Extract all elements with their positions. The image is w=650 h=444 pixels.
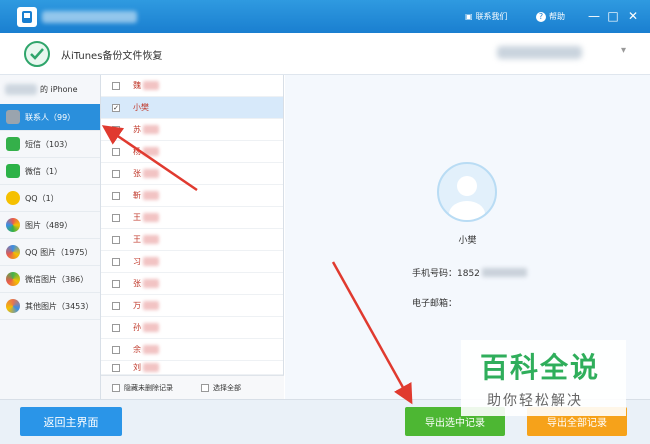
contact-us-link[interactable]: ▣ 联系我们 <box>465 11 508 22</box>
list-item[interactable]: 魏 <box>101 75 283 97</box>
back-to-main-button[interactable]: 返回主界面 <box>20 407 122 436</box>
contact-list: 魏 ✓ 小樊 苏 杨 张 靳 王 王 习 张 万 孙 余 刘 隐藏未删除记录 选择… <box>101 75 384 399</box>
sidebar-item-sms[interactable]: 短信（103） <box>0 131 100 158</box>
avatar <box>437 162 497 222</box>
list-item[interactable]: 杨 <box>101 141 283 163</box>
list-item[interactable]: 张 <box>101 163 283 185</box>
page-title: 从iTunes备份文件恢复 <box>61 51 163 62</box>
row-checkbox[interactable] <box>112 235 120 244</box>
row-checkbox[interactable] <box>112 81 120 90</box>
minimize-button[interactable]: — <box>587 9 601 23</box>
list-item[interactable]: 习 <box>101 251 283 273</box>
sidebar-item-other-photos[interactable]: 其他图片（3453） <box>0 293 100 320</box>
contact-name: 小樊 <box>458 236 477 246</box>
sidebar-item-contacts[interactable]: 联系人（99） <box>0 104 100 131</box>
device-label: 的 iPhone <box>40 85 78 94</box>
watermark-subtitle: 助你轻松解决 <box>487 393 583 409</box>
row-checkbox[interactable] <box>112 125 120 134</box>
select-all-label: 选择全部 <box>213 383 241 392</box>
hide-deleted-label: 隐藏未删除记录 <box>124 383 173 392</box>
recovery-logo-icon <box>24 41 50 67</box>
app-logo-icon <box>17 7 37 27</box>
row-checkbox[interactable] <box>112 301 120 310</box>
title-bar: ▣ 联系我们 ? 帮助 — □ ✕ <box>0 0 650 33</box>
row-checkbox[interactable] <box>112 279 120 288</box>
row-checkbox[interactable] <box>112 345 120 354</box>
other-photos-icon <box>6 299 20 313</box>
list-item[interactable]: 苏 <box>101 119 283 141</box>
watermark: 百科全说 助你轻松解决 <box>461 340 626 416</box>
list-footer: 隐藏未删除记录 选择全部 <box>101 375 284 399</box>
sidebar-item-wechat[interactable]: 微信（1） <box>0 158 100 185</box>
sub-header: 从iTunes备份文件恢复 ▾ <box>0 33 650 75</box>
app-title-blurred <box>42 11 137 23</box>
list-item[interactable]: 万 <box>101 295 283 317</box>
sms-icon <box>6 137 20 151</box>
select-all-checkbox[interactable] <box>201 383 209 392</box>
sidebar: 的 iPhone 联系人（99） 短信（103） 微信（1） QQ（1） 图片（… <box>0 75 101 399</box>
close-button[interactable]: ✕ <box>626 9 640 23</box>
email-label: 电子邮箱： <box>412 299 458 309</box>
row-checkbox[interactable] <box>112 363 120 372</box>
contacts-icon <box>6 110 20 124</box>
qq-photos-icon <box>6 245 20 259</box>
wechat-icon <box>6 164 20 178</box>
sidebar-item-qq[interactable]: QQ（1） <box>0 185 100 212</box>
phone-blurred <box>481 268 527 277</box>
phone-label: 手机号码：1852 <box>412 269 480 279</box>
sidebar-item-photos[interactable]: 图片（489） <box>0 212 100 239</box>
row-checkbox[interactable] <box>112 169 120 178</box>
help-icon: ? <box>536 11 546 22</box>
wechat-photos-icon <box>6 272 20 286</box>
list-item[interactable]: 孙 <box>101 317 283 339</box>
row-checkbox[interactable] <box>112 213 120 222</box>
hide-deleted-checkbox[interactable] <box>112 383 120 392</box>
qq-icon <box>6 191 20 205</box>
row-checkbox[interactable] <box>112 257 120 266</box>
user-info-blurred <box>497 46 582 59</box>
list-item[interactable]: 王 <box>101 207 283 229</box>
chat-icon: ▣ <box>465 12 473 21</box>
phone-line: 手机号码：1852 <box>412 266 527 279</box>
email-line: 电子邮箱： <box>412 296 457 309</box>
watermark-title: 百科全说 <box>480 351 601 384</box>
list-item[interactable]: 张 <box>101 273 283 295</box>
list-item[interactable]: 靳 <box>101 185 283 207</box>
row-checkbox[interactable] <box>112 323 120 332</box>
help-link[interactable]: ? 帮助 <box>536 11 565 22</box>
list-item[interactable]: 王 <box>101 229 283 251</box>
sidebar-item-qq-photos[interactable]: QQ 图片（1975） <box>0 239 100 266</box>
device-header: 的 iPhone <box>0 75 100 104</box>
list-item[interactable]: 刘 <box>101 361 283 375</box>
list-item[interactable]: 余 <box>101 339 283 361</box>
list-item[interactable]: ✓ 小樊 <box>101 97 283 119</box>
row-checkbox[interactable]: ✓ <box>112 103 120 112</box>
maximize-button[interactable]: □ <box>606 9 620 23</box>
photos-icon <box>6 218 20 232</box>
chevron-down-icon[interactable]: ▾ <box>621 45 626 56</box>
sidebar-item-wechat-photos[interactable]: 微信图片（386） <box>0 266 100 293</box>
device-name-blurred <box>5 84 37 95</box>
row-checkbox[interactable] <box>112 191 120 200</box>
row-checkbox[interactable] <box>112 147 120 156</box>
